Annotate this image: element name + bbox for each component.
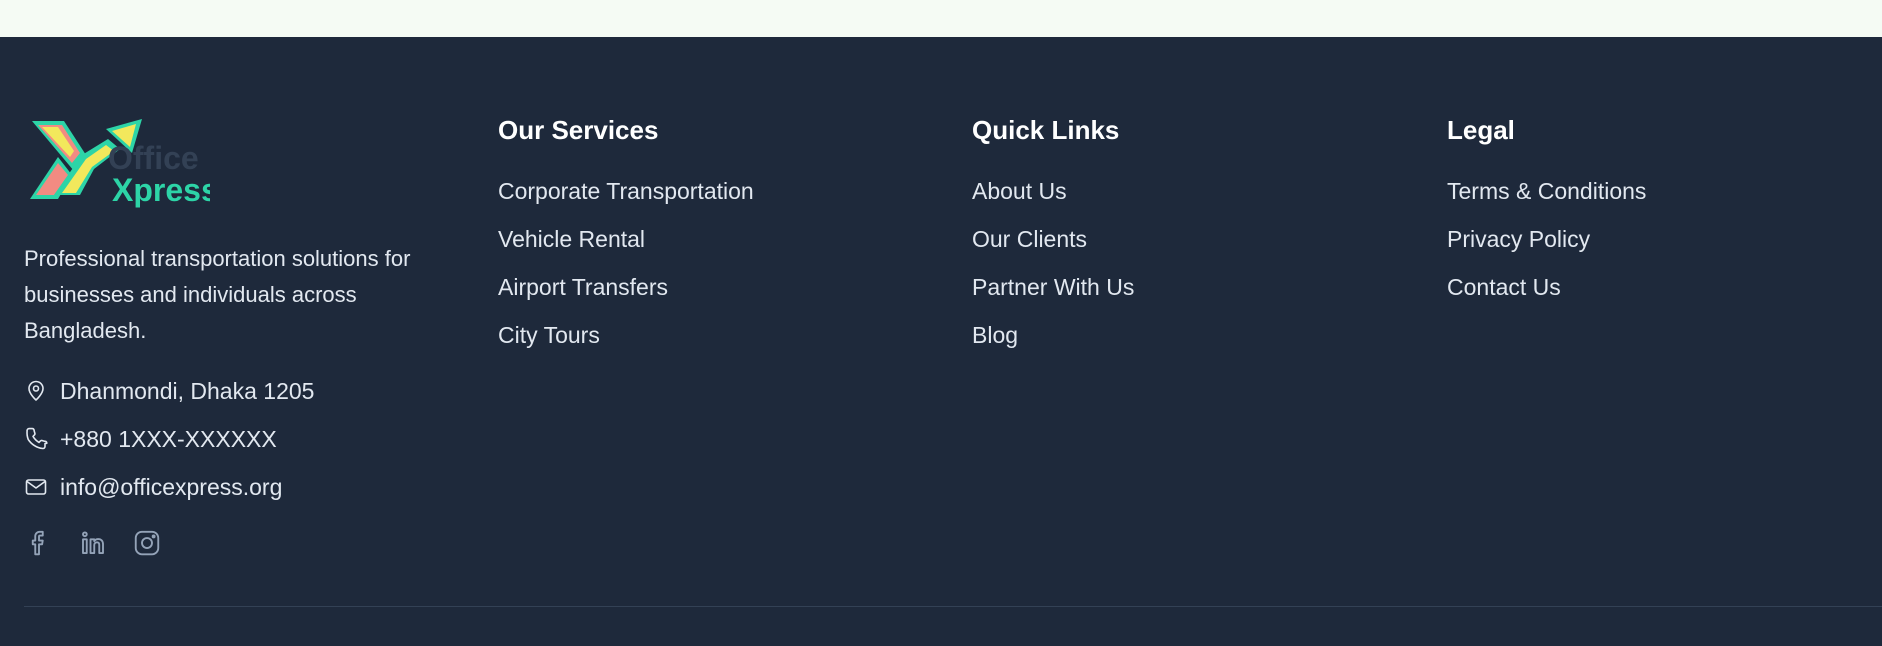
phone-text: +880 1XXX-XXXXXX	[60, 425, 277, 452]
link-terms-conditions[interactable]: Terms & Conditions	[1447, 178, 1646, 205]
brand-tagline: Professional transportation solutions fo…	[24, 246, 411, 343]
email-text: info@officexpress.org	[60, 473, 283, 500]
link-airport-transfers[interactable]: Airport Transfers	[498, 274, 668, 301]
link-contact-us[interactable]: Contact Us	[1447, 274, 1561, 301]
link-city-tours[interactable]: City Tours	[498, 322, 600, 349]
link-about-us[interactable]: About Us	[972, 178, 1067, 205]
logo-text-xpress: Xpress	[112, 172, 210, 208]
site-footer: Office Xpress Professional transportatio…	[0, 37, 1882, 646]
social-links	[24, 528, 162, 558]
address-text: Dhanmondi, Dhaka 1205	[60, 377, 315, 404]
logo-text-office: Office	[108, 140, 199, 176]
mail-icon	[24, 475, 48, 499]
link-partner-with-us[interactable]: Partner With Us	[972, 274, 1134, 301]
instagram-icon[interactable]	[132, 528, 162, 558]
linkedin-icon[interactable]	[78, 528, 108, 558]
officexpress-logo[interactable]: Office Xpress	[24, 109, 219, 209]
quick-links-heading: Quick Links	[972, 115, 1120, 145]
phone-icon	[24, 427, 48, 451]
facebook-icon[interactable]	[24, 528, 54, 558]
services-heading: Our Services	[498, 115, 659, 145]
contact-phone[interactable]: +880 1XXX-XXXXXX	[24, 424, 277, 454]
link-vehicle-rental[interactable]: Vehicle Rental	[498, 226, 645, 253]
map-pin-icon	[24, 379, 48, 403]
link-blog[interactable]: Blog	[972, 322, 1018, 349]
link-corporate-transportation[interactable]: Corporate Transportation	[498, 178, 754, 205]
footer-divider	[24, 606, 1882, 607]
link-our-clients[interactable]: Our Clients	[972, 226, 1087, 253]
legal-heading: Legal	[1447, 115, 1515, 145]
page-top-area	[0, 0, 1882, 37]
contact-address: Dhanmondi, Dhaka 1205	[24, 376, 314, 406]
link-privacy-policy[interactable]: Privacy Policy	[1447, 226, 1590, 253]
contact-email[interactable]: info@officexpress.org	[24, 472, 282, 502]
